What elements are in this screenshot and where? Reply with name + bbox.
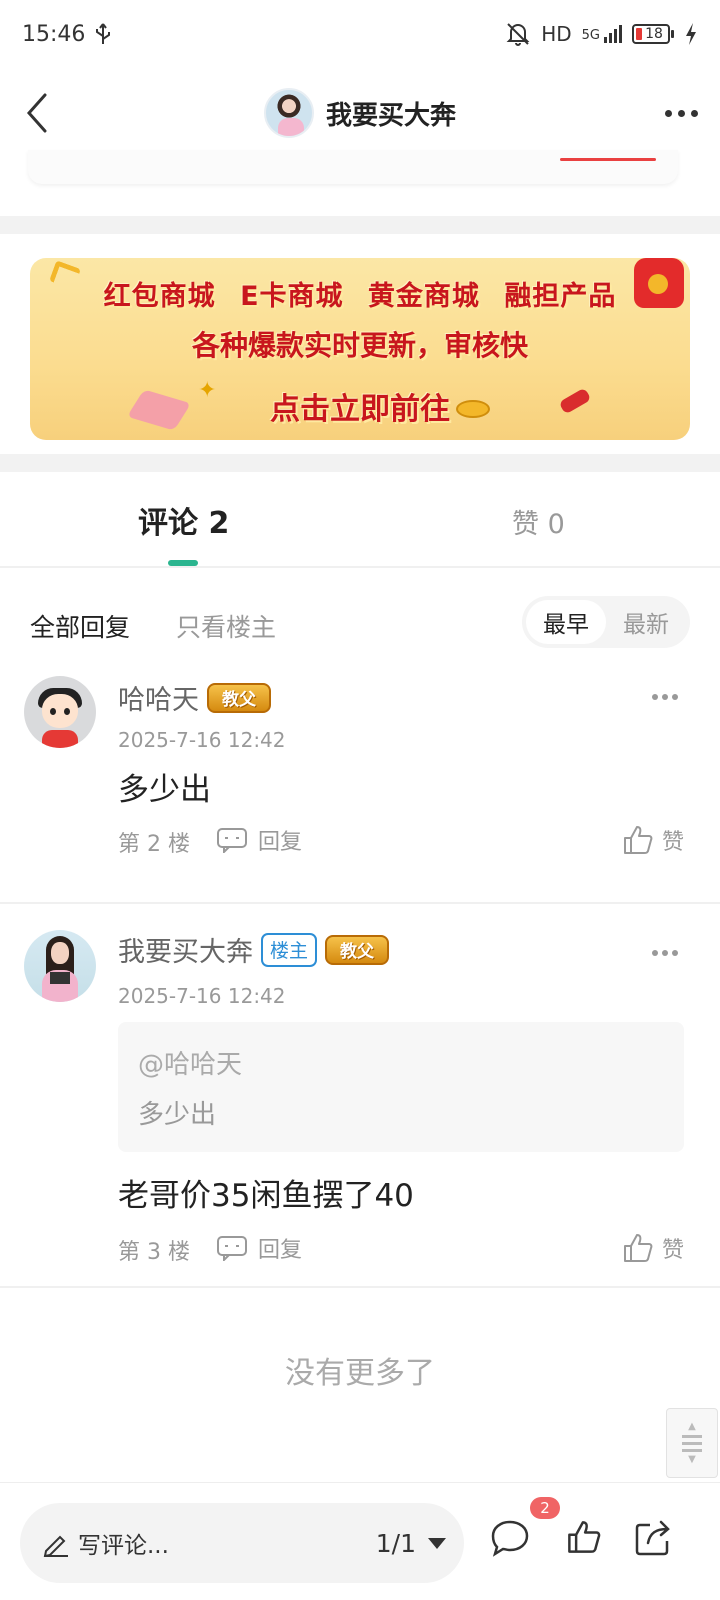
comments-button[interactable] [490, 1519, 530, 1561]
nav-bar: 我要买大奔 [0, 78, 720, 148]
mute-notification-icon [506, 23, 530, 46]
quoted-reply[interactable]: @哈哈天 多少出 [118, 1022, 684, 1152]
comment-timestamp: 2025-7-16 12:42 [118, 728, 286, 752]
comment-divider [0, 1286, 720, 1288]
comment-item: 我要买大奔 楼主 教父 2025-7-16 12:42 @哈哈天 多少出 老哥价… [0, 930, 720, 1280]
thread-author[interactable]: 我要买大奔 [263, 88, 456, 138]
comment-more-button[interactable] [652, 694, 678, 700]
write-comment-input[interactable]: 写评论... 1/1 [20, 1503, 464, 1583]
battery-level: 18 [645, 26, 663, 42]
signal-icon: 5G [582, 25, 622, 43]
commenter-name[interactable]: 哈哈天 [118, 678, 199, 717]
write-comment-placeholder: 写评论... [78, 1533, 169, 1559]
no-more-label: 没有更多了 [285, 1356, 435, 1391]
floor-number: 第 2 楼 [118, 832, 190, 857]
section-divider [0, 454, 720, 472]
like-post-button[interactable] [566, 1519, 602, 1559]
quote-mention[interactable]: @哈哈天 [138, 1044, 242, 1081]
commenter-name[interactable]: 我要买大奔 [118, 930, 253, 969]
reply-filter-row: 全部回复 只看楼主 最早 最新 [0, 596, 720, 652]
page-title: 我要买大奔 [325, 100, 456, 131]
floor-number: 第 3 楼 [118, 1240, 190, 1265]
sort-latest[interactable]: 最新 [606, 600, 686, 644]
comment-bubble-icon [491, 1520, 529, 1557]
section-divider [0, 216, 720, 234]
rank-badge: 教父 [207, 682, 271, 713]
back-button[interactable] [14, 88, 60, 138]
comment-more-button[interactable] [652, 950, 678, 956]
signal-label: 5G [581, 28, 600, 43]
network-label: HD [541, 22, 572, 46]
tab-comments[interactable]: 评论 2 [138, 498, 229, 542]
like-label: 赞 [661, 830, 684, 855]
comment-divider [0, 902, 720, 904]
commenter-avatar[interactable] [24, 676, 96, 748]
filter-only-op[interactable]: 只看楼主 [176, 608, 276, 644]
op-badge: 楼主 [261, 932, 317, 967]
tab-likes-label: 赞 [512, 509, 539, 540]
banner-categories: 红包商城 E卡商城 黄金商城 融担产品 [103, 281, 617, 312]
caret-down-icon[interactable] [428, 1537, 446, 1549]
sort-toggle: 最早 最新 [522, 596, 690, 648]
pencil-icon [43, 1535, 68, 1557]
action-underline [560, 158, 656, 161]
tabs-divider [0, 566, 720, 568]
battery-icon: 18 [632, 24, 674, 44]
reply-button[interactable]: 回复 [216, 824, 302, 856]
reply-button[interactable]: 回复 [216, 1232, 302, 1264]
bottom-action-bar: 写评论... 1/1 2 [0, 1482, 720, 1600]
comment-text: 多少出 [118, 772, 211, 808]
reply-icon [217, 828, 247, 853]
reply-label: 回复 [258, 1238, 303, 1263]
banner-cta: 点击立即前往 [270, 392, 450, 427]
promo-banner[interactable]: 红包商城 E卡商城 黄金商城 融担产品 各种爆款实时更新，审核快 ✦ 点击立即前… [30, 258, 690, 440]
page-indicator[interactable]: 1/1 [376, 1529, 416, 1558]
more-options-button[interactable] [656, 90, 706, 136]
reply-label: 回复 [258, 830, 303, 855]
quote-text: 多少出 [138, 1100, 217, 1130]
like-button[interactable]: 赞 [622, 824, 684, 856]
filter-all-replies[interactable]: 全部回复 [30, 608, 130, 644]
tab-likes[interactable]: 赞 0 [512, 502, 565, 541]
share-icon [635, 1520, 670, 1556]
thumbs-up-icon [623, 1234, 653, 1262]
thumbs-up-icon [623, 826, 653, 854]
commenter-name-row: 哈哈天 教父 [118, 678, 271, 717]
status-time: 15:46 [22, 21, 86, 47]
comment-timestamp: 2025-7-16 12:42 [118, 984, 286, 1008]
comment-item: 哈哈天 教父 2025-7-16 12:42 多少出 第 2 楼 回复 赞 [0, 676, 720, 884]
tab-comments-count: 2 [208, 506, 230, 541]
commenter-name-row: 我要买大奔 楼主 教父 [118, 930, 389, 969]
share-button[interactable] [634, 1519, 672, 1561]
comment-count-badge: 2 [530, 1497, 560, 1519]
rank-badge: 教父 [325, 934, 389, 965]
thumbs-up-icon [568, 1521, 601, 1553]
usb-icon [96, 23, 111, 44]
chevron-left-icon [26, 93, 47, 133]
commenter-avatar[interactable] [24, 930, 96, 1002]
coin-icon [456, 400, 490, 418]
comment-like-tabs: 评论 2 赞 0 [0, 478, 720, 566]
tab-comments-label: 评论 [138, 506, 198, 541]
sort-earliest[interactable]: 最早 [526, 600, 606, 644]
author-avatar[interactable] [263, 88, 314, 138]
charging-icon [686, 23, 696, 45]
like-button[interactable]: 赞 [622, 1232, 684, 1264]
like-label: 赞 [661, 1238, 684, 1263]
post-card-bottom [28, 150, 678, 184]
reply-icon [217, 1236, 247, 1261]
status-bar: 15:46 HD 5G 18 [0, 0, 720, 68]
comment-text: 老哥价35闲鱼摆了40 [118, 1178, 414, 1214]
fast-scroll-handle[interactable]: ▲ ▼ [666, 1408, 718, 1478]
tab-likes-count: 0 [547, 509, 565, 540]
banner-subtitle: 各种爆款实时更新，审核快 [191, 329, 528, 362]
